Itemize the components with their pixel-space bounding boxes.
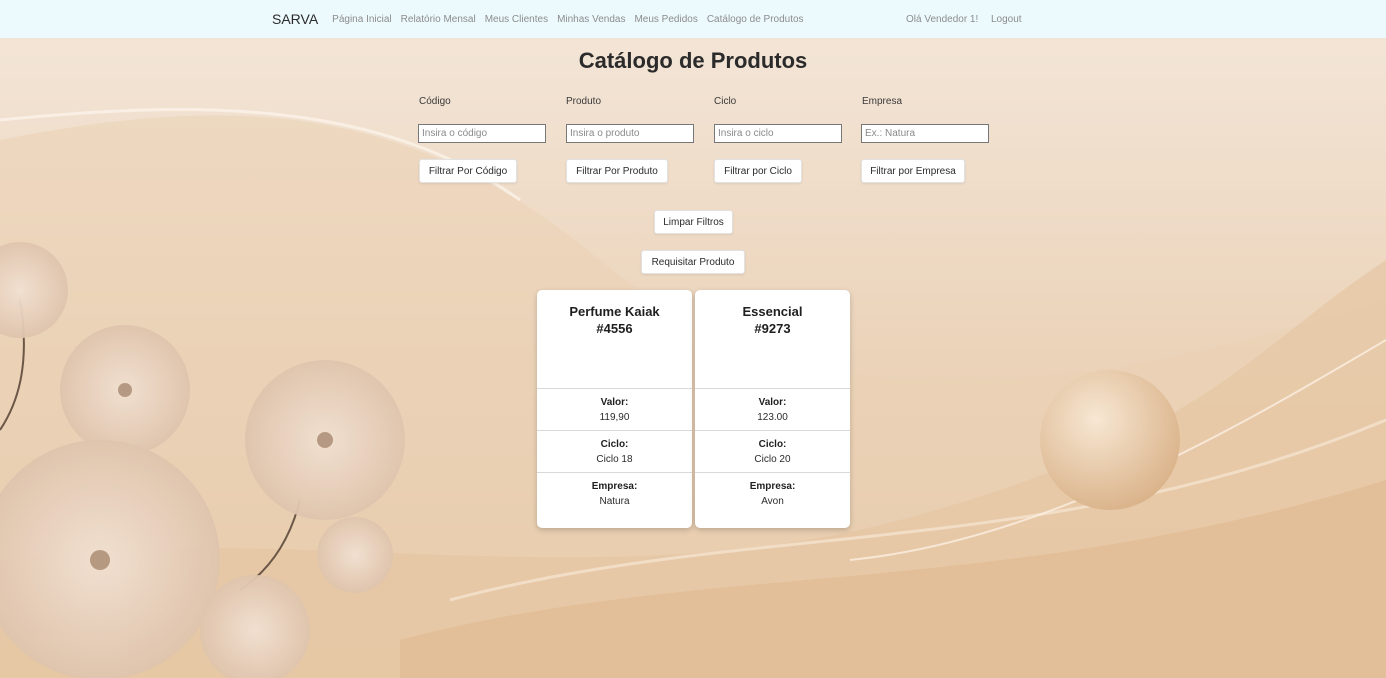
product-empresa-row: Empresa: Natura: [537, 472, 692, 514]
nav-link-pagina-inicial[interactable]: Página Inicial: [332, 14, 391, 25]
product-valor-row: Valor: 123.00: [695, 388, 850, 430]
ciclo-label: Ciclo:: [758, 439, 787, 450]
valor-label: Valor:: [600, 397, 629, 408]
codigo-label: Código: [419, 96, 451, 107]
ciclo-value: Ciclo 18: [596, 454, 633, 465]
user-greeting: Olá Vendedor 1!: [906, 14, 979, 25]
nav-link-meus-pedidos[interactable]: Meus Pedidos: [634, 14, 697, 25]
nav-link-relatorio-mensal[interactable]: Relatório Mensal: [401, 14, 476, 25]
empresa-label: Empresa:: [591, 481, 638, 492]
clear-filters-button[interactable]: Limpar Filtros: [654, 210, 733, 234]
product-name: Perfume Kaiak: [569, 304, 660, 319]
empresa-value: Avon: [761, 496, 784, 507]
ciclo-label: Ciclo:: [600, 439, 629, 450]
product-name: Essencial: [742, 304, 803, 319]
produto-label: Produto: [566, 96, 602, 107]
product-ciclo-row: Ciclo: Ciclo 18: [537, 430, 692, 472]
nav-link-catalogo-produtos[interactable]: Catálogo de Produtos: [707, 14, 804, 25]
ciclo-label: Ciclo: [714, 96, 737, 107]
empresa-input[interactable]: [861, 124, 989, 143]
product-code: #4556: [596, 321, 633, 336]
logout-link[interactable]: Logout: [991, 14, 1022, 25]
valor-label: Valor:: [758, 397, 787, 408]
valor-value: 119,90: [599, 412, 630, 423]
product-code: #9273: [754, 321, 791, 336]
codigo-input[interactable]: [418, 124, 546, 143]
filter-produto-button[interactable]: Filtrar Por Produto: [566, 159, 668, 183]
filter-ciclo-button[interactable]: Filtrar por Ciclo: [714, 159, 802, 183]
empresa-value: Natura: [599, 496, 630, 507]
filter-codigo-button[interactable]: Filtrar Por Código: [419, 159, 517, 183]
product-ciclo-row: Ciclo: Ciclo 20: [695, 430, 850, 472]
nav-link-meus-clientes[interactable]: Meus Clientes: [485, 14, 548, 25]
request-product-button[interactable]: Requisitar Produto: [641, 250, 745, 274]
background-image: [0, 0, 1386, 678]
product-valor-row: Valor: 119,90: [537, 388, 692, 430]
product-empresa-row: Empresa: Avon: [695, 472, 850, 514]
filter-empresa-button[interactable]: Filtrar por Empresa: [861, 159, 965, 183]
empresa-label: Empresa:: [749, 481, 796, 492]
ciclo-input[interactable]: [714, 124, 842, 143]
product-card: Essencial #9273 Valor: 123.00 Ciclo: Cic…: [695, 290, 850, 528]
nav-link-minhas-vendas[interactable]: Minhas Vendas: [557, 14, 625, 25]
produto-input[interactable]: [566, 124, 694, 143]
brand-logo[interactable]: SARVA: [272, 11, 318, 27]
valor-value: 123.00: [757, 412, 788, 423]
product-header: Perfume Kaiak #4556: [537, 290, 692, 388]
ciclo-value: Ciclo 20: [754, 454, 791, 465]
empresa-label: Empresa: [862, 96, 903, 107]
product-header: Essencial #9273: [695, 290, 850, 388]
page-title: Catálogo de Produtos: [578, 48, 808, 73]
product-card: Perfume Kaiak #4556 Valor: 119,90 Ciclo:…: [537, 290, 692, 528]
navbar: SARVA Página Inicial Relatório Mensal Me…: [0, 0, 1386, 38]
